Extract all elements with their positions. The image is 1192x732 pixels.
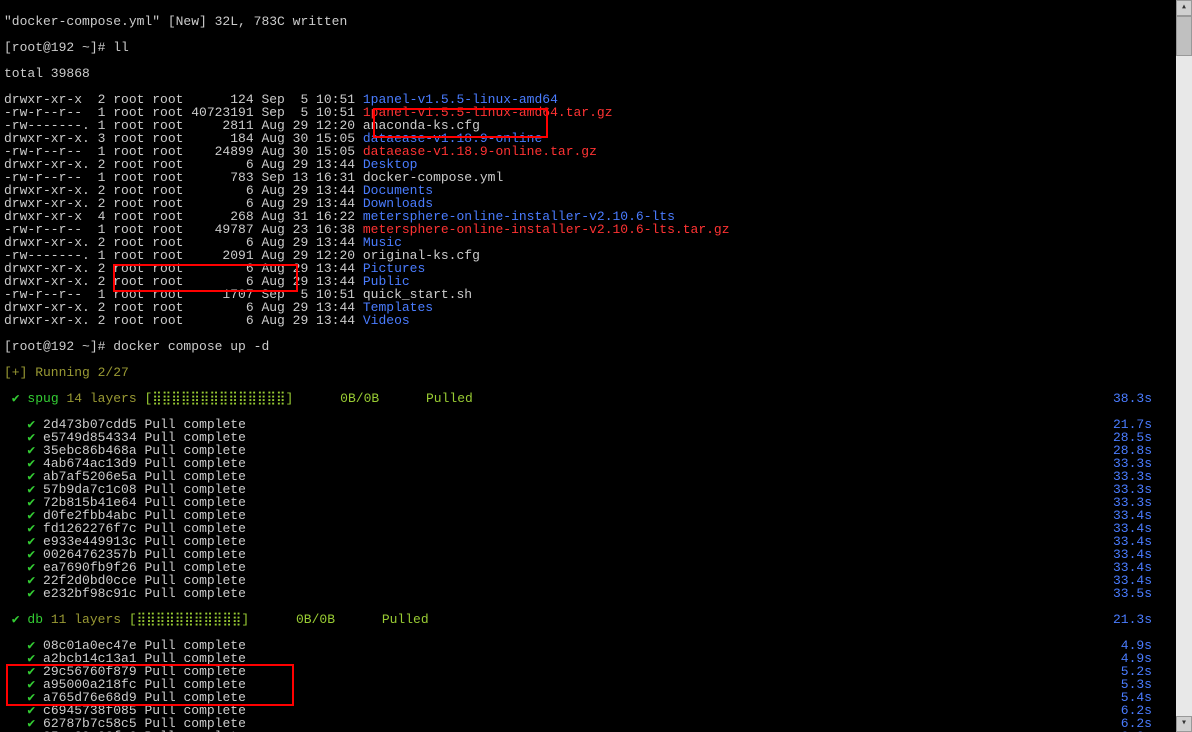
scrollbar-thumb[interactable] [1176, 16, 1192, 56]
check-icon: ✔ spug [4, 391, 66, 406]
scroll-up-icon[interactable]: ▴ [1176, 0, 1192, 16]
cmd-compose-up: docker compose up -d [113, 339, 269, 354]
cmd-ll: ll [113, 40, 129, 55]
prompt: [root@192 ~]# [4, 40, 113, 55]
db-layers-count: 11 layers [51, 612, 121, 627]
running-header: [+] Running 2/27 [4, 365, 129, 380]
check-icon: ✔ [4, 586, 43, 601]
scroll-down-icon[interactable]: ▾ [1176, 716, 1192, 732]
file-name: metersphere-online-installer-v2.10.6-lts… [363, 222, 730, 237]
check-icon: ✔ db [4, 612, 51, 627]
spug-layers-count: 14 layers [66, 391, 136, 406]
vim-status: "docker-compose.yml" [New] 32L, 783C wri… [4, 14, 347, 29]
total-line: total 39868 [4, 66, 90, 81]
db-time: 21.3s [1113, 613, 1152, 626]
file-meta: drwxr-xr-x. 2 root root 6 Aug 29 13:44 [4, 313, 363, 328]
spug-layer-list: ✔ 2d473b07cdd5 Pull complete21.7s ✔ e574… [4, 418, 1172, 600]
layer-line: e232bf98c91c Pull complete [43, 586, 246, 601]
file-list: drwxr-xr-x 2 root root 124 Sep 5 10:51 1… [4, 93, 1172, 327]
layer-time: 33.5s [1113, 587, 1152, 600]
db-layer-list: ✔ 08c01a0ec47e Pull complete4.9s ✔ a2bcb… [4, 639, 1172, 732]
scrollbar[interactable]: ▴ ▾ [1176, 0, 1192, 732]
terminal[interactable]: "docker-compose.yml" [New] 32L, 783C wri… [0, 0, 1176, 732]
spug-time: 38.3s [1113, 392, 1152, 405]
progress-bar: [⣿⣿⣿⣿⣿⣿⣿⣿⣿⣿⣿] 0B/0B Pulled [121, 612, 429, 627]
progress-bar: [⣿⣿⣿⣿⣿⣿⣿⣿⣿⣿⣿⣿⣿⣿] 0B/0B Pulled [137, 391, 473, 406]
prompt: [root@192 ~]# [4, 339, 113, 354]
file-name: Videos [363, 313, 410, 328]
